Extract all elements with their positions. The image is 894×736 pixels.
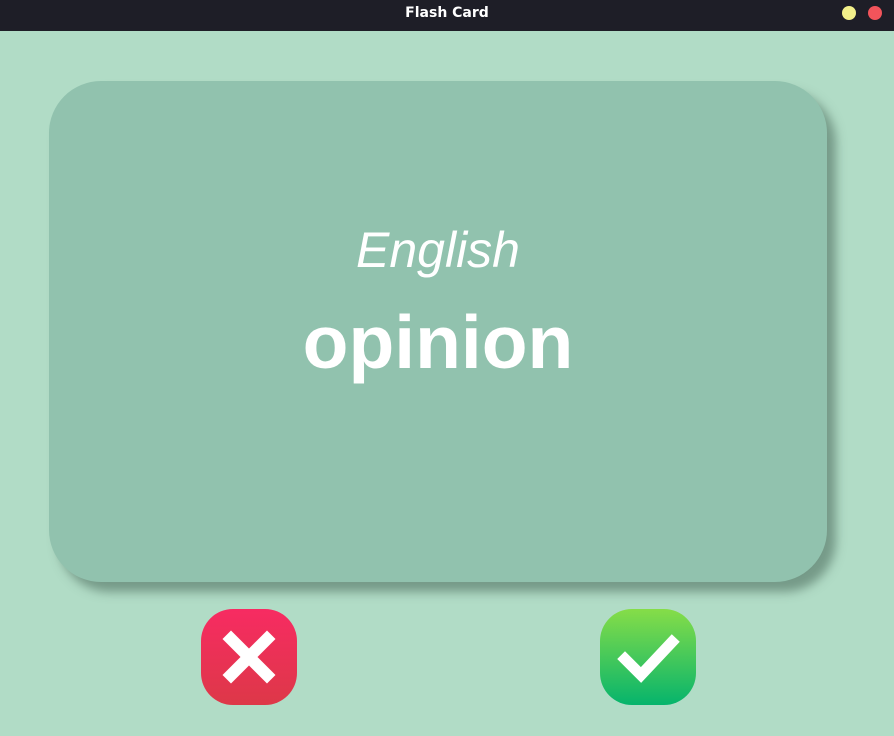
minimize-button[interactable] — [842, 6, 856, 20]
window-title: Flash Card — [405, 5, 489, 21]
x-icon — [222, 630, 276, 684]
title-bar: Flash Card — [0, 0, 894, 31]
checkmark-icon — [617, 634, 680, 683]
flash-card: English opinion — [49, 81, 827, 582]
close-button[interactable] — [868, 6, 882, 20]
wrong-button[interactable] — [201, 609, 297, 705]
card-language-title: English — [356, 222, 520, 278]
main-canvas: English opinion — [0, 31, 894, 736]
right-button[interactable] — [600, 609, 696, 705]
card-word: opinion — [302, 300, 574, 384]
